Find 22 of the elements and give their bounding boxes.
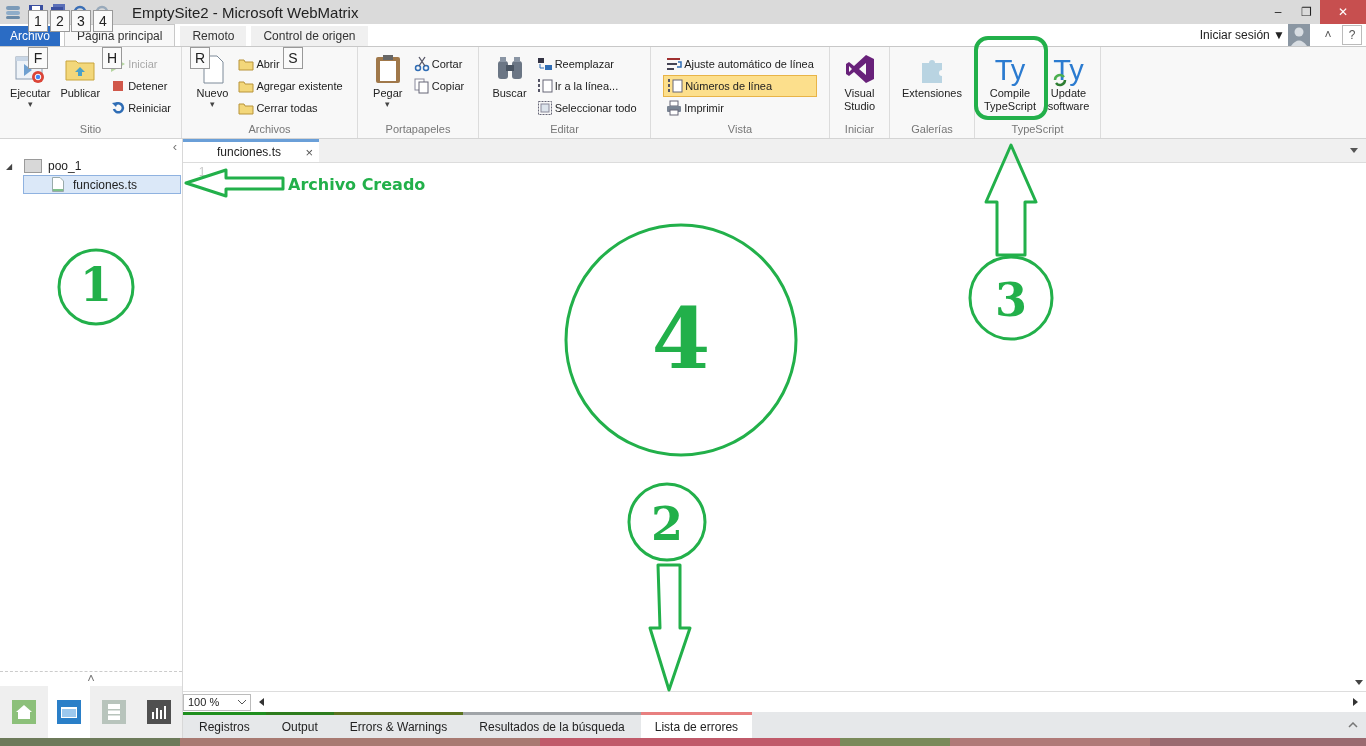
group-label: Portapapeles [384, 123, 452, 137]
annotation-number: 1 [80, 258, 112, 312]
window-title: EmptySite2 - Microsoft WebMatrix [132, 3, 359, 21]
group-label: Editar [549, 123, 580, 137]
annotation-number: 2 [651, 497, 683, 551]
group-label: Archivos [247, 123, 292, 137]
group-label: Iniciar [843, 123, 876, 137]
group-label: Galerías [910, 123, 954, 137]
typescript-logo-icon: Ty [994, 53, 1026, 87]
key-tip-tooltip: 3 [71, 10, 91, 32]
key-tip-tooltip: R [190, 47, 210, 69]
key-tip-tooltip: S [283, 47, 303, 69]
annotation-number: 4 [651, 289, 711, 388]
key-tip-tooltip: 4 [93, 10, 113, 32]
group-label: Vista [726, 123, 754, 137]
annotation-number: 3 [995, 273, 1027, 327]
key-tip-tooltip: F [28, 47, 48, 69]
group-label: Sitio [78, 123, 103, 137]
key-tip-tooltip: 2 [50, 10, 70, 32]
annotation-label: Archivo Creado [288, 175, 426, 194]
key-tip-tooltip: 1 [28, 10, 48, 32]
group-label: TypeScript [1010, 123, 1065, 137]
